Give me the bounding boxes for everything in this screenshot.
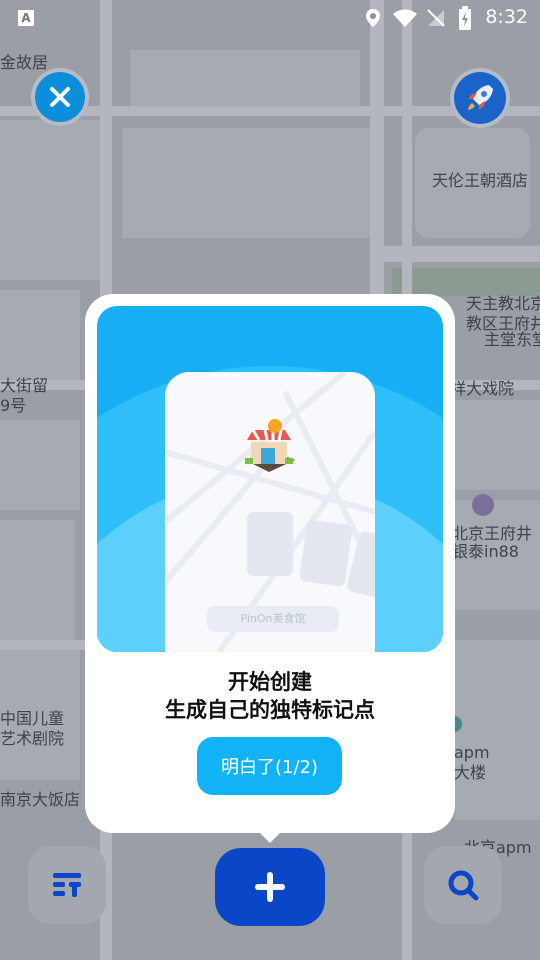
close-button[interactable] — [31, 68, 89, 126]
map-label: 祥大戏院 — [450, 379, 515, 398]
dialog-pointer — [258, 831, 282, 843]
card-caption: PinOn美食馆 — [207, 606, 339, 632]
search-button[interactable] — [424, 846, 502, 924]
map-label: 天伦王朝酒店 — [432, 171, 529, 190]
map-label: 主堂东堂 — [484, 330, 540, 349]
map-label: 金故居 — [0, 53, 49, 72]
rocket-icon — [454, 72, 506, 124]
map-label: 中国儿童 — [0, 709, 65, 728]
map-label: 银泰in88 — [452, 542, 519, 561]
no-signal-icon — [427, 9, 445, 27]
search-icon — [448, 870, 479, 901]
status-bar: A 8:32 — [0, 0, 540, 36]
onboarding-dialog: PinOn美食馆 开始创建 生成自己的独特标记点 明白了(1/2) — [85, 294, 455, 843]
battery-icon — [459, 6, 471, 30]
notification-icon: A — [18, 10, 34, 26]
map-label: 艺术剧院 — [0, 729, 65, 748]
plus-icon — [255, 872, 285, 902]
add-button[interactable] — [215, 848, 325, 926]
rocket-button[interactable] — [450, 68, 510, 128]
map-label: 大街留 — [0, 376, 49, 395]
dialog-subtitle: 生成自己的独特标记点 — [165, 698, 375, 722]
map-label: apm — [454, 743, 490, 762]
mall-marker-icon[interactable] — [472, 494, 494, 516]
onboarding-illustration: PinOn美食馆 — [97, 306, 443, 652]
phone-mockup: PinOn美食馆 — [165, 372, 375, 652]
status-time: 8:32 — [485, 6, 528, 28]
filter-button[interactable] — [28, 846, 106, 924]
wifi-icon — [393, 9, 417, 27]
map-label: 北京王府井 — [452, 524, 533, 543]
map-label: 南京大饭店 — [0, 790, 81, 809]
map-label: 9号 — [0, 396, 27, 415]
map-label: 天主教北京 — [466, 294, 540, 313]
close-icon — [35, 72, 85, 122]
dialog-title: 开始创建 — [228, 670, 312, 694]
confirm-button[interactable]: 明白了(1/2) — [197, 737, 342, 795]
map-label: 大楼 — [454, 763, 487, 782]
filter-icon — [53, 873, 81, 897]
location-icon — [366, 9, 380, 27]
store-icon — [239, 418, 299, 478]
